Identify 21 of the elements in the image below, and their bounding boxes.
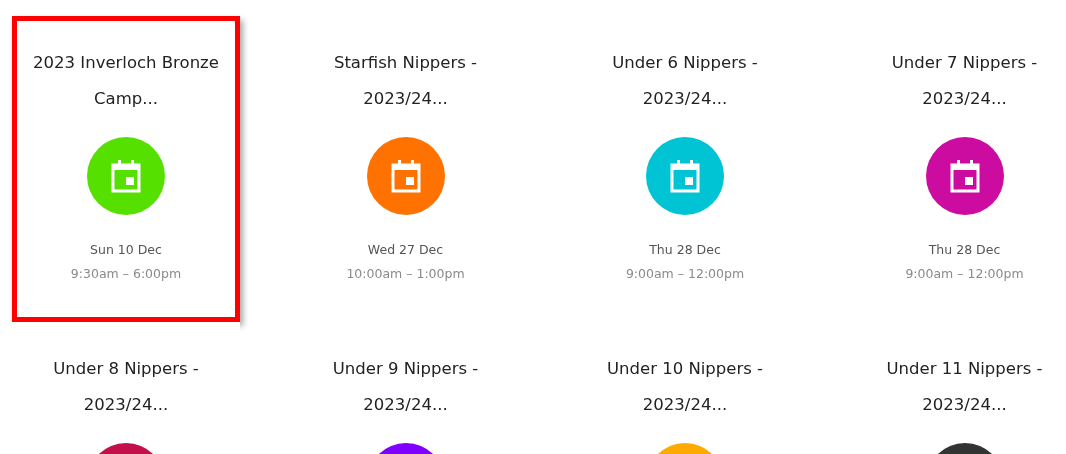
event-time: 9:30am – 6:00pm — [70, 265, 182, 283]
event-time: 10:00am – 1:00pm — [346, 265, 465, 283]
calendar-icon — [669, 159, 701, 193]
event-time: 9:00am – 12:00pm — [905, 265, 1024, 283]
event-date: Wed 27 Dec — [367, 241, 444, 259]
calendar-icon — [948, 159, 981, 193]
event-date: Sun 10 Dec — [90, 241, 162, 259]
event-title: Under 11 Nippers - 2023/24... — [885, 358, 1044, 416]
event-title: Under 10 Nippers - 2023/24... — [605, 358, 764, 416]
event-date: Thu 28 Dec — [928, 241, 1001, 259]
event-title: Under 7 Nippers - 2023/24... — [890, 52, 1039, 110]
event-time: 9:00am – 12:00pm — [625, 265, 745, 283]
calendar-icon — [110, 159, 142, 193]
calendar-icon — [389, 159, 422, 193]
event-card[interactable]: 2023 Inverloch Bronze Camp... Sun 10 Dec 9:30am – 6:00pm — [12, 16, 240, 322]
event-title: Under 8 Nippers - 2023/24... — [52, 358, 200, 416]
event-title: Starfish Nippers - 2023/24... — [332, 52, 479, 110]
event-title: Under 6 Nippers - 2023/24... — [611, 52, 759, 110]
event-title: Under 9 Nippers - 2023/24... — [331, 358, 480, 416]
event-date: Thu 28 Dec — [649, 241, 721, 259]
event-title: 2023 Inverloch Bronze Camp... — [32, 52, 220, 110]
